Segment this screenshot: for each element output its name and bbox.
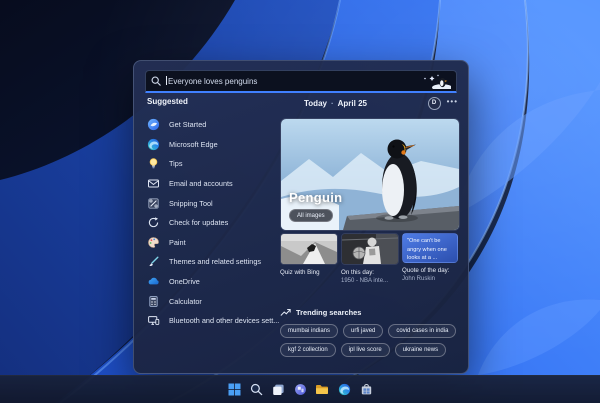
trending-arrow-icon [280, 309, 291, 316]
suggested-item-label: Email and accounts [169, 179, 233, 189]
suggested-item-tips[interactable]: Tips [147, 154, 277, 174]
trending-section: Trending searches mumbai indians urfi ja… [280, 308, 460, 357]
quote-text: "One can't be angry when one looks at a … [407, 238, 447, 262]
today-date-label[interactable]: Today · April 25 [304, 99, 367, 108]
suggested-item-email-accounts[interactable]: Email and accounts [147, 174, 277, 194]
suggested-item-label: Paint [169, 237, 186, 247]
card-caption: On this day: [341, 269, 375, 276]
file-explorer-icon[interactable] [314, 381, 331, 398]
card-caption: Quote of the day: [402, 267, 450, 274]
search-query-text: Everyone loves penguins [166, 76, 258, 86]
trending-chip[interactable]: ipl live score [340, 343, 390, 357]
trending-chip[interactable]: urfi javed [343, 324, 384, 338]
taskbar-edge-icon[interactable] [336, 381, 353, 398]
search-icon [151, 76, 161, 86]
search-input[interactable]: Everyone loves penguins [145, 70, 457, 93]
snipping-tool-icon [147, 197, 160, 210]
search-flyout-panel: Everyone loves penguins Suggested Get St… [133, 60, 469, 374]
trending-chip[interactable]: ukraine news [394, 343, 447, 357]
more-options-button[interactable]: ••• [447, 97, 458, 106]
suggested-title: Suggested [147, 97, 188, 106]
email-icon [147, 177, 160, 190]
quote-card-image: "One can't be angry when one looks at a … [402, 233, 458, 263]
suggested-item-check-updates[interactable]: Check for updates [147, 213, 277, 233]
card-quote-of-the-day[interactable]: "One can't be angry when one looks at a … [402, 233, 458, 285]
card-subcaption: John Ruskin [402, 276, 436, 283]
get-started-icon [147, 118, 160, 131]
devices-icon [147, 314, 160, 327]
start-button[interactable] [226, 381, 243, 398]
trending-title: Trending searches [296, 308, 362, 317]
trending-chips: mumbai indians urfi javed covid cases in… [280, 324, 460, 357]
suggested-section: Suggested Get Started Microsoft Edge Tip… [147, 97, 280, 331]
suggested-item-label: Get Started [169, 120, 207, 130]
hero-title: Penguin [289, 190, 343, 205]
trending-chip[interactable]: kgf 2 collection [280, 343, 336, 357]
onedrive-cloud-icon [147, 275, 160, 288]
suggested-item-label: Check for updates [169, 218, 229, 228]
paint-palette-icon [147, 236, 160, 249]
hero-image-card-penguin[interactable]: Penguin All images [280, 118, 460, 231]
card-caption: Quiz with Bing [280, 269, 320, 276]
user-avatar[interactable]: D [427, 96, 441, 110]
card-on-this-day[interactable]: On this day: 1950 - NBA inte... [341, 233, 399, 285]
themes-brush-icon [147, 255, 160, 268]
card-quiz-with-bing[interactable]: Quiz with Bing [280, 233, 338, 285]
suggested-item-label: OneDrive [169, 277, 200, 287]
on-this-day-image [341, 233, 399, 265]
suggested-item-microsoft-edge[interactable]: Microsoft Edge [147, 135, 277, 155]
quiz-card-image [280, 233, 338, 265]
suggested-item-bluetooth-devices[interactable]: Bluetooth and other devices sett... [147, 311, 280, 331]
all-images-badge[interactable]: All images [289, 209, 333, 222]
daily-cards-row: Quiz with Bing On this day: 1950 - NBA i… [280, 233, 460, 285]
tips-bulb-icon [147, 157, 160, 170]
widgets-icon[interactable] [292, 381, 309, 398]
taskbar [0, 375, 600, 403]
suggested-item-themes[interactable]: Themes and related settings [147, 252, 277, 272]
edge-icon [147, 138, 160, 151]
suggested-item-get-started[interactable]: Get Started [147, 115, 277, 135]
suggested-item-label: Bluetooth and other devices sett... [169, 316, 280, 326]
desktop: Everyone loves penguins Suggested Get St… [0, 0, 600, 403]
suggested-item-label: Microsoft Edge [169, 139, 218, 149]
store-icon[interactable] [358, 381, 375, 398]
task-view-icon[interactable] [270, 381, 287, 398]
suggested-item-label: Snipping Tool [169, 198, 213, 208]
calculator-icon [147, 295, 160, 308]
suggested-item-paint[interactable]: Paint [147, 233, 277, 253]
suggested-item-label: Calculator [169, 296, 202, 306]
update-arrows-icon [147, 216, 160, 229]
suggested-item-snipping-tool[interactable]: Snipping Tool [147, 193, 277, 213]
text-caret [166, 76, 167, 85]
dot-separator-icon: · [330, 98, 334, 108]
trending-chip[interactable]: covid cases in india [388, 324, 457, 338]
suggested-item-calculator[interactable]: Calculator [147, 291, 277, 311]
today-header: Today · April 25 D ••• [280, 96, 460, 110]
penguin-decoration-icon [424, 74, 451, 89]
trending-chip[interactable]: mumbai indians [280, 324, 339, 338]
suggested-item-onedrive[interactable]: OneDrive [147, 272, 277, 292]
card-subcaption: 1950 - NBA inte... [341, 278, 389, 285]
taskbar-search-icon[interactable] [248, 381, 265, 398]
suggested-item-label: Tips [169, 159, 183, 169]
suggested-item-label: Themes and related settings [169, 257, 262, 267]
